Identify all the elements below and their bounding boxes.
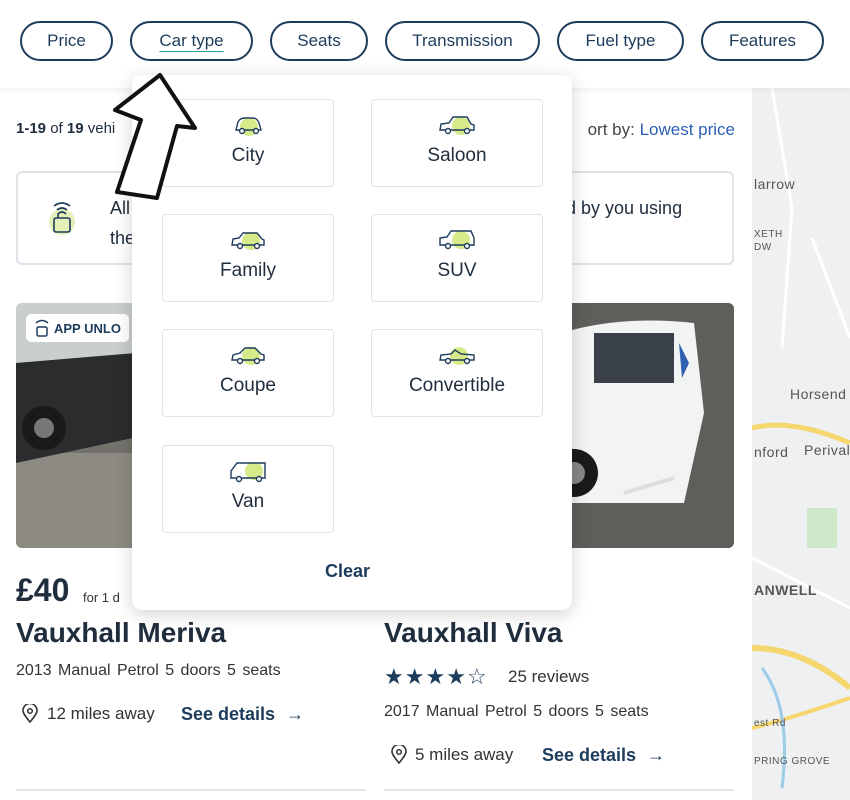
chip-label: Seats	[297, 31, 341, 50]
option-label: Family	[220, 260, 276, 281]
app-unlock-badge: APP UNLO	[26, 314, 129, 342]
map-label: larrow	[754, 176, 796, 192]
sort-control[interactable]: ort by: Lowest price	[555, 120, 735, 140]
location-pin-icon	[22, 704, 38, 724]
car-type-option-suv[interactable]: SUV	[371, 214, 543, 302]
arrow-right-icon: →	[286, 704, 305, 724]
car-type-option-saloon[interactable]: Saloon	[371, 99, 543, 187]
results-of: of	[50, 120, 63, 137]
results-count: 1-19 of 19 vehi	[16, 120, 115, 137]
see-details-link[interactable]: See details →	[181, 704, 304, 725]
chip-label: Transmission	[412, 31, 513, 50]
car-type-option-convertible[interactable]: Convertible	[371, 329, 543, 417]
van-icon	[230, 462, 266, 483]
chip-label: Car type	[159, 31, 224, 50]
annotation-arrow-icon	[113, 73, 197, 200]
see-details-link[interactable]: See details →	[542, 745, 665, 766]
card-divider	[16, 789, 366, 791]
saloon-car-icon	[439, 116, 475, 135]
star-filled-icon: ★	[425, 664, 447, 689]
map-label: nford	[754, 444, 789, 460]
suv-car-icon	[439, 230, 475, 250]
option-label: SUV	[437, 260, 477, 281]
option-label: City	[231, 145, 265, 166]
filter-chip-car-type[interactable]: Car type	[130, 21, 253, 61]
car-type-option-van[interactable]: Van	[162, 445, 334, 533]
convertible-car-icon	[439, 347, 475, 365]
results-range: 1-19	[16, 120, 47, 137]
star-filled-icon: ★	[384, 664, 405, 689]
see-details-label: See details	[542, 745, 637, 765]
review-count[interactable]: 25 reviews	[508, 667, 589, 687]
car-specs: 2017 Manual Petrol 5 doors 5 seats	[384, 703, 649, 720]
coupe-car-icon	[231, 347, 265, 365]
car-name[interactable]: Vauxhall Viva	[384, 617, 563, 649]
results-total: 19	[66, 120, 84, 137]
star-filled-icon: ★	[446, 664, 467, 689]
car-name[interactable]: Vauxhall Meriva	[16, 617, 226, 649]
clear-button[interactable]: Clear	[325, 561, 370, 582]
map-label: PRING GROVE	[754, 756, 831, 767]
filter-chip-seats[interactable]: Seats	[270, 21, 368, 61]
car-distance: 5 miles away	[415, 745, 514, 764]
notice-line: d by you using	[566, 198, 683, 218]
filter-chip-transmission[interactable]: Transmission	[385, 21, 540, 61]
map-label: Perival	[804, 442, 850, 458]
sort-label: ort by:	[587, 120, 635, 139]
unlock-icon	[35, 319, 49, 337]
car-specs: 2013 Manual Petrol 5 doors 5 seats	[16, 662, 281, 679]
option-label: Saloon	[427, 145, 487, 166]
badge-label: APP UNLO	[54, 320, 121, 336]
map-label: DW	[754, 242, 772, 253]
filter-chip-fuel-type[interactable]: Fuel type	[557, 21, 684, 61]
map-label: ANWELL	[754, 582, 817, 598]
car-distance: 12 miles away	[47, 704, 155, 723]
city-car-icon	[235, 117, 262, 136]
arrow-right-icon: →	[647, 745, 666, 765]
chip-label: Price	[47, 31, 86, 50]
filter-chip-price[interactable]: Price	[20, 21, 113, 61]
option-label: Coupe	[220, 375, 276, 396]
sort-value-link[interactable]: Lowest price	[640, 120, 735, 139]
map-label: Horsend	[790, 386, 847, 402]
card-divider	[384, 789, 734, 791]
price-period: for 1 d	[83, 590, 120, 605]
option-label: Van	[231, 491, 265, 512]
notice-text-right: d by you using	[566, 193, 736, 223]
price: £40	[16, 572, 70, 608]
map-label: XETH	[754, 229, 783, 240]
option-label: Convertible	[408, 375, 506, 396]
car-type-option-coupe[interactable]: Coupe	[162, 329, 334, 417]
star-rating: ★★★★☆	[384, 664, 488, 690]
family-car-icon	[231, 232, 265, 250]
location-pin-icon	[391, 745, 407, 765]
star-empty-icon: ☆	[466, 664, 488, 689]
map-panel[interactable]: larrow XETH DW Horsend nford Perival ANW…	[752, 88, 850, 800]
map-label: est Rd	[754, 718, 786, 729]
see-details-label: See details	[181, 704, 276, 724]
chip-label: Fuel type	[585, 31, 656, 50]
filter-chip-features[interactable]: Features	[701, 21, 824, 61]
star-filled-icon: ★	[404, 664, 426, 689]
phone-unlock-icon	[49, 202, 75, 235]
chip-label: Features	[728, 31, 797, 50]
car-type-option-family[interactable]: Family	[162, 214, 334, 302]
